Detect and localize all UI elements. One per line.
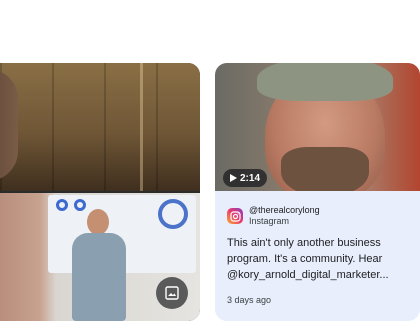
view-image-button[interactable] (156, 277, 188, 309)
speaker-cap (257, 63, 393, 101)
snippet-line: This ain't only another business (227, 237, 381, 249)
presenter-figure (60, 203, 140, 321)
person-silhouette (0, 69, 18, 181)
top-image-thumbnail[interactable] (0, 63, 200, 191)
source-row[interactable]: @therealcorylong Instagram (227, 205, 320, 227)
video-result-card[interactable]: 2:14 @therealcorylong Instagram This ain… (215, 63, 420, 321)
video-thumbnail[interactable]: 2:14 (215, 63, 420, 191)
platform-name: Instagram (249, 216, 290, 226)
wall-light-strip (140, 63, 143, 191)
snippet-line: @kory_arnold_digital_marketer... (227, 269, 389, 281)
screen-chart-circle (158, 199, 188, 229)
speaker-beard (281, 147, 369, 191)
duration-badge: 2:14 (223, 169, 268, 187)
account-name[interactable]: @therealcorylong (249, 205, 320, 216)
presenter-torso (72, 233, 126, 321)
play-icon (230, 174, 237, 182)
snippet-line: program. It's a community. Hear (227, 253, 383, 265)
image-icon (165, 286, 179, 300)
duration-text: 2:14 (240, 172, 261, 184)
instagram-icon (227, 208, 243, 224)
image-result-card[interactable] (0, 63, 200, 321)
post-snippet[interactable]: This ain't only another business program… (227, 235, 413, 283)
presenter-head (87, 209, 109, 235)
post-time: 3 days ago (227, 295, 272, 305)
